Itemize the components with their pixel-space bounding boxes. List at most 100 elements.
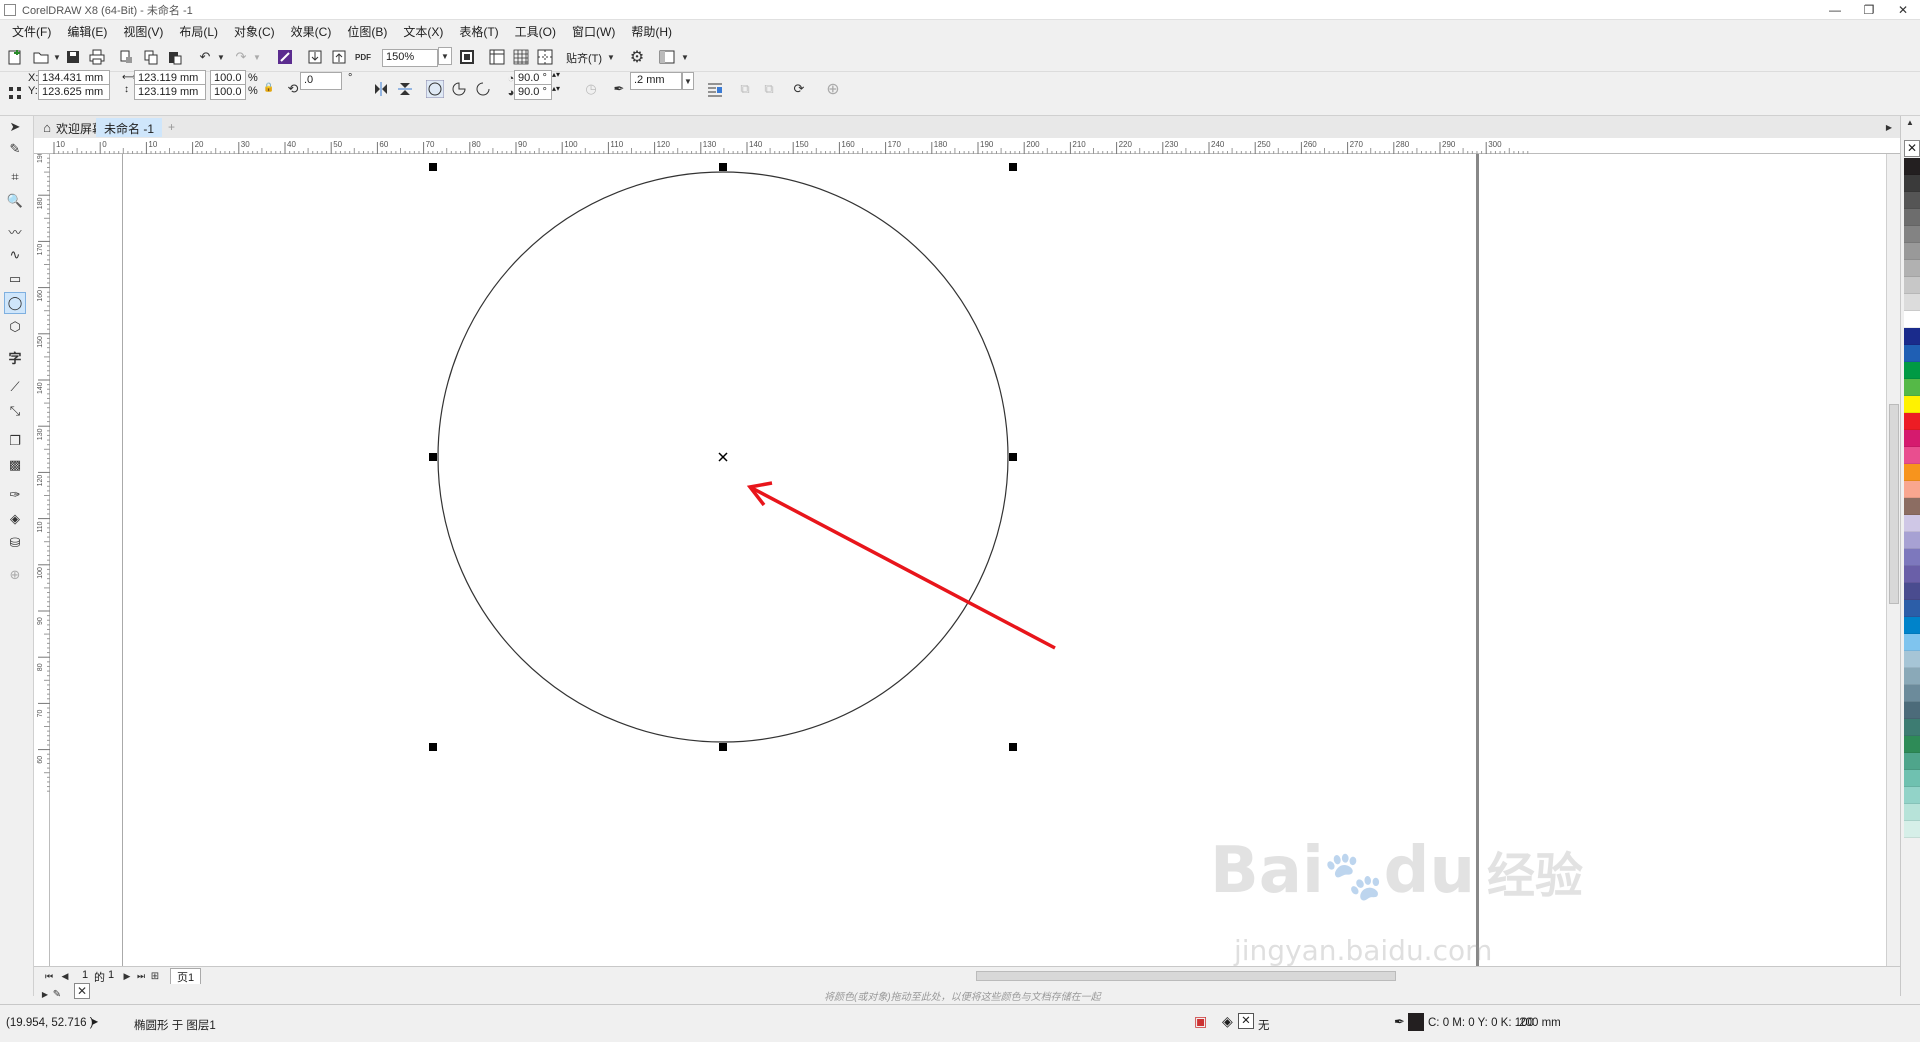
eyedropper-small-icon[interactable]: ✎ [46, 983, 68, 1005]
menu-file[interactable]: 文件(F) [4, 23, 59, 40]
drop-shadow-icon[interactable]: ❐ [4, 430, 26, 452]
interactive-fill-icon[interactable]: ◈ [4, 508, 26, 530]
redo-dropdown-icon[interactable]: ▼ [246, 46, 268, 68]
selection-handle-tc[interactable] [719, 163, 727, 171]
freehand-tool-icon[interactable]: 〰 [4, 220, 26, 242]
menu-window[interactable]: 窗口(W) [564, 23, 623, 40]
show-rulers-icon[interactable] [486, 46, 508, 68]
menu-text[interactable]: 文本(X) [395, 23, 451, 40]
vertical-ruler[interactable]: 190 180 170 160 150 140 130 120 110 100 90 80 70 60 [34, 148, 50, 966]
menu-table[interactable]: 表格(T) [451, 23, 506, 40]
show-grid-icon[interactable] [510, 46, 532, 68]
add-tab-button[interactable]: + [160, 118, 183, 137]
palette-swatch[interactable] [1904, 702, 1920, 719]
start-angle-spinner[interactable]: ▴▾ [552, 70, 560, 79]
rectangle-tool-icon[interactable]: ▭ [4, 268, 26, 290]
artistic-media-icon[interactable]: ∿ [4, 244, 26, 266]
palette-swatch[interactable] [1904, 498, 1920, 515]
menu-view[interactable]: 视图(V) [115, 23, 171, 40]
crop-tool-icon[interactable]: ⌗ [4, 166, 26, 188]
menu-layout[interactable]: 布局(L) [171, 23, 226, 40]
fill-bucket-icon[interactable]: ◈ [1222, 1013, 1233, 1030]
to-back-icon[interactable]: ⧉ [758, 78, 780, 100]
palette-swatch[interactable] [1904, 260, 1920, 277]
palette-swatch[interactable] [1904, 226, 1920, 243]
status-expand-icon[interactable]: ▶ [92, 1017, 98, 1026]
palette-swatch[interactable] [1904, 736, 1920, 753]
palette-swatch[interactable] [1904, 532, 1920, 549]
zoom-level-field[interactable]: 150% [382, 49, 438, 67]
convert-to-curves-icon[interactable]: ⟳ [788, 78, 810, 100]
center-mark[interactable] [718, 452, 728, 462]
palette-swatch[interactable] [1904, 294, 1920, 311]
palette-swatch[interactable] [1904, 617, 1920, 634]
options-gear-icon[interactable]: ⚙ [626, 46, 648, 68]
color-proof-icon[interactable]: ▣ [1194, 1013, 1207, 1030]
undo-dropdown-icon[interactable]: ▼ [210, 46, 232, 68]
horizontal-ruler[interactable]: 10 0 10 20 30 40 50 60 70 80 90 100 110 120 130 140 150 1… [34, 138, 1900, 154]
menu-edit[interactable]: 编辑(E) [59, 23, 115, 40]
object-origin-icon[interactable] [4, 82, 26, 104]
palette-swatch[interactable] [1904, 430, 1920, 447]
ellipse-mode-icon[interactable] [424, 78, 446, 100]
palette-swatch[interactable] [1904, 770, 1920, 787]
palette-swatch[interactable] [1904, 549, 1920, 566]
import-icon[interactable] [304, 46, 326, 68]
snap-dropdown-icon[interactable]: ▼ [600, 46, 622, 68]
lock-ratio-icon[interactable]: 🔒 [258, 76, 280, 98]
eyedropper-icon[interactable]: ✑ [4, 484, 26, 506]
palette-swatch[interactable] [1904, 600, 1920, 617]
palette-swatch[interactable] [1904, 685, 1920, 702]
shape-tool-icon[interactable]: ✎ [4, 138, 26, 160]
palette-scroll-up-icon[interactable]: ▲ [1901, 116, 1919, 128]
palette-swatch[interactable] [1904, 277, 1920, 294]
palette-swatch[interactable] [1904, 243, 1920, 260]
rotation-angle-field[interactable]: .0 [300, 72, 342, 90]
outline-pen-status-icon[interactable]: ✒ [1394, 1014, 1405, 1030]
tab-scroll-right-icon[interactable]: ▶ [1878, 116, 1900, 138]
selection-handle-ml[interactable] [429, 453, 437, 461]
new-document-icon[interactable] [4, 46, 26, 68]
paste-icon[interactable] [164, 46, 186, 68]
pie-mode-icon[interactable] [448, 78, 470, 100]
menu-effects[interactable]: 效果(C) [283, 23, 340, 40]
palette-swatch[interactable] [1904, 311, 1920, 328]
palette-swatch[interactable] [1904, 362, 1920, 379]
show-guidelines-icon[interactable] [534, 46, 556, 68]
vertical-scroll-thumb[interactable] [1889, 404, 1899, 604]
palette-swatch[interactable] [1904, 566, 1920, 583]
palette-swatch[interactable] [1904, 379, 1920, 396]
palette-swatch[interactable] [1904, 345, 1920, 362]
launcher-dropdown-icon[interactable]: ▼ [674, 46, 696, 68]
minimize-button[interactable]: — [1818, 0, 1852, 20]
palette-swatch[interactable] [1904, 804, 1920, 821]
palette-swatch[interactable] [1904, 719, 1920, 736]
palette-swatch[interactable] [1904, 583, 1920, 600]
text-tool-icon[interactable]: 字 [4, 346, 26, 368]
add-tool-icon[interactable]: ⊕ [4, 564, 26, 586]
menu-object[interactable]: 对象(C) [226, 23, 283, 40]
parallel-dimension-icon[interactable]: ⟋ [4, 376, 26, 398]
palette-swatch[interactable] [1904, 447, 1920, 464]
end-angle-field[interactable]: 90.0 ° [514, 84, 552, 100]
direction-icon[interactable]: ◷ [580, 78, 602, 100]
zoom-tool-icon[interactable]: 🔍 [4, 190, 26, 212]
ellipse-tool-icon[interactable]: ◯ [4, 292, 26, 314]
selection-handle-bc[interactable] [719, 743, 727, 751]
palette-swatch[interactable] [1904, 158, 1920, 175]
tab-document[interactable]: 未命名 -1 [96, 118, 163, 137]
selection-handle-bl[interactable] [429, 743, 437, 751]
outline-width-field[interactable]: .2 mm [630, 72, 682, 90]
palette-swatch[interactable] [1904, 464, 1920, 481]
wrap-text-icon[interactable] [704, 78, 726, 100]
selection-handle-tr[interactable] [1009, 163, 1017, 171]
connector-tool-icon[interactable]: ⤡ [4, 400, 26, 422]
palette-swatch[interactable] [1904, 209, 1920, 226]
menu-bitmap[interactable]: 位图(B) [339, 23, 395, 40]
search-content-icon[interactable] [274, 46, 296, 68]
to-front-icon[interactable]: ⧉ [734, 78, 756, 100]
smart-fill-icon[interactable]: ⛁ [4, 532, 26, 554]
export-icon[interactable] [328, 46, 350, 68]
mirror-horizontal-icon[interactable] [370, 78, 392, 100]
palette-swatch[interactable] [1904, 413, 1920, 430]
